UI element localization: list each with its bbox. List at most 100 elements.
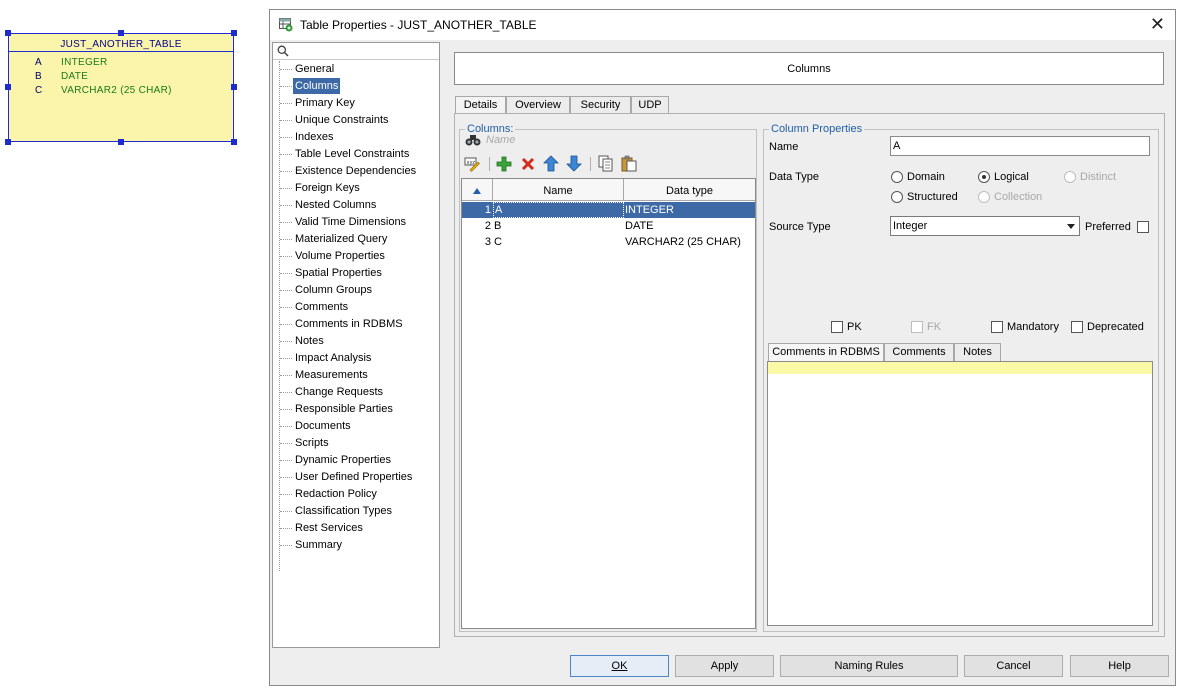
nav-item-label: Primary Key — [293, 95, 357, 111]
nav-search-input[interactable] — [273, 43, 439, 60]
sort-ascending-icon — [473, 188, 481, 194]
fk-label: FK — [927, 320, 941, 334]
paste-icon[interactable] — [621, 155, 637, 172]
mandatory-label: Mandatory — [1007, 320, 1059, 334]
resize-handle[interactable] — [231, 84, 237, 90]
table-row[interactable]: 1 A INTEGER — [462, 202, 755, 218]
table-properties-dialog: Table Properties - JUST_ANOTHER_TABLE ✕ … — [269, 9, 1176, 686]
resize-handle[interactable] — [5, 84, 11, 90]
column-type-cell[interactable]: VARCHAR2 (25 CHAR) — [625, 234, 741, 250]
section-banner: Columns — [454, 52, 1164, 85]
column-type-cell[interactable]: DATE — [625, 218, 654, 234]
ok-button[interactable]: OK — [570, 655, 669, 677]
mandatory-checkbox[interactable] — [991, 321, 1003, 333]
dialog-title: Table Properties - JUST_ANOTHER_TABLE — [300, 18, 537, 32]
binoculars-icon[interactable] — [465, 133, 481, 147]
data-type-label: Data Type — [769, 170, 819, 184]
nav-item-label: Column Groups — [293, 282, 374, 298]
naming-rules-button[interactable]: Naming Rules — [780, 655, 958, 677]
tab-notes[interactable]: Notes — [954, 343, 1001, 361]
entity-title: JUST_ANOTHER_TABLE — [9, 34, 233, 52]
naming-rules-button-label: Naming Rules — [834, 660, 903, 672]
edit-icon[interactable]: xyz — [464, 156, 480, 172]
tree-connector — [280, 409, 292, 410]
tree-connector — [280, 69, 292, 70]
resize-handle[interactable] — [5, 30, 11, 36]
move-down-icon[interactable] — [566, 155, 582, 172]
title-bar[interactable]: Table Properties - JUST_ANOTHER_TABLE ✕ — [270, 10, 1175, 40]
nav-item-label: Scripts — [293, 435, 331, 451]
logical-radio[interactable] — [978, 171, 990, 183]
tree-connector — [280, 358, 292, 359]
delete-icon[interactable] — [520, 156, 536, 172]
column-type-cell[interactable]: INTEGER — [625, 202, 674, 218]
table-row[interactable]: 3 C VARCHAR2 (25 CHAR) — [462, 234, 755, 250]
entity-just-another-table[interactable]: JUST_ANOTHER_TABLE A INTEGER B DATE C VA… — [8, 33, 234, 142]
entity-column-name: B — [35, 70, 42, 84]
chevron-down-icon — [1067, 224, 1075, 229]
nav-item-label: Redaction Policy — [293, 486, 379, 502]
tab-security[interactable]: Security — [570, 96, 631, 114]
deprecated-checkbox[interactable] — [1071, 321, 1083, 333]
tab-overview[interactable]: Overview — [506, 96, 570, 114]
pk-checkbox[interactable] — [831, 321, 843, 333]
entity-column-name: C — [35, 84, 42, 98]
apply-button[interactable]: Apply — [675, 655, 774, 677]
preferred-checkbox[interactable] — [1137, 221, 1149, 233]
move-up-icon[interactable] — [543, 155, 559, 172]
resize-handle[interactable] — [118, 30, 124, 36]
tree-connector — [280, 426, 292, 427]
column-name-cell[interactable]: A — [493, 202, 624, 218]
tree-connector — [280, 324, 292, 325]
nav-item-label: Classification Types — [293, 503, 394, 519]
tree-connector — [280, 103, 292, 104]
structured-radio[interactable] — [891, 191, 903, 203]
nav-item-label: Volume Properties — [293, 248, 387, 264]
nav-item-label: Unique Constraints — [293, 112, 391, 128]
table-row[interactable]: 2 B DATE — [462, 218, 755, 234]
tree-connector — [280, 460, 292, 461]
tree-connector — [280, 273, 292, 274]
source-type-select[interactable]: Integer — [890, 216, 1080, 236]
close-icon[interactable]: ✕ — [1150, 15, 1165, 33]
tree-connector — [280, 494, 292, 495]
nav-item-label: Responsible Parties — [293, 401, 395, 417]
resize-handle[interactable] — [118, 139, 124, 145]
comment-textarea[interactable] — [767, 361, 1153, 626]
tab-comments-in-rdbms[interactable]: Comments in RDBMS — [768, 343, 884, 362]
nav-item-label: Notes — [293, 333, 326, 349]
distinct-radio-label: Distinct — [1080, 170, 1116, 184]
nav-item-label: Indexes — [293, 129, 336, 145]
add-icon[interactable] — [496, 156, 512, 172]
entity-column-type: DATE — [61, 70, 88, 84]
nav-item-label: Foreign Keys — [293, 180, 362, 196]
resize-handle[interactable] — [231, 30, 237, 36]
nav-item-label: Columns — [293, 78, 340, 94]
sort-column-header[interactable] — [462, 179, 493, 201]
fk-checkbox — [911, 321, 923, 333]
tree-connector — [280, 137, 292, 138]
column-name-cell[interactable]: B — [494, 218, 501, 234]
copy-icon[interactable] — [598, 155, 614, 172]
tree-connector — [280, 120, 292, 121]
nav-item-label: Comments — [293, 299, 350, 315]
tab-comments[interactable]: Comments — [884, 343, 954, 361]
collection-radio — [978, 191, 990, 203]
resize-handle[interactable] — [231, 139, 237, 145]
help-button[interactable]: Help — [1070, 655, 1169, 677]
name-field[interactable]: A — [890, 136, 1150, 156]
toolbar-separator — [590, 157, 591, 171]
tab-udp[interactable]: UDP — [631, 96, 669, 114]
cancel-button[interactable]: Cancel — [964, 655, 1063, 677]
domain-radio[interactable] — [891, 171, 903, 183]
column-name-cell[interactable]: C — [494, 234, 502, 250]
name-column-header[interactable]: Name — [493, 179, 624, 201]
datatype-column-header[interactable]: Data type — [624, 179, 755, 201]
resize-handle[interactable] — [5, 139, 11, 145]
row-number: 2 — [462, 218, 491, 234]
current-line-highlight — [768, 362, 1152, 374]
filter-name-input[interactable]: Name — [486, 133, 515, 147]
collection-radio-label: Collection — [994, 190, 1042, 204]
tree-connector — [280, 86, 292, 87]
pk-label: PK — [847, 320, 862, 334]
